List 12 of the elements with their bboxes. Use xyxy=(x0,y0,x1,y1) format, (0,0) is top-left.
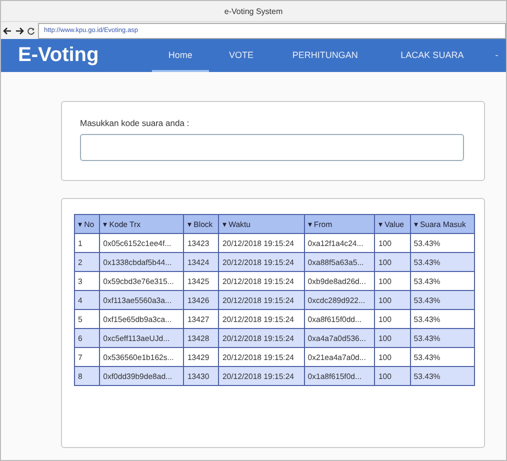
nav-link[interactable]: LACAK SUARA xyxy=(376,39,488,72)
nav-link[interactable]: VOTE xyxy=(208,39,274,72)
nav-link[interactable]: - xyxy=(488,39,506,72)
reload-icon[interactable] xyxy=(27,26,35,34)
code-input-field[interactable] xyxy=(80,134,464,161)
back-icon[interactable] xyxy=(3,26,12,34)
forward-icon[interactable] xyxy=(15,26,24,34)
brand-title[interactable]: E-Voting xyxy=(18,44,152,67)
window-title: e-Voting System xyxy=(224,6,283,16)
nav-link[interactable]: PERHITUNGAN xyxy=(274,39,377,72)
code-label: Masukkan kode suara anda : xyxy=(80,118,190,128)
nav-link[interactable]: Home xyxy=(152,39,209,72)
